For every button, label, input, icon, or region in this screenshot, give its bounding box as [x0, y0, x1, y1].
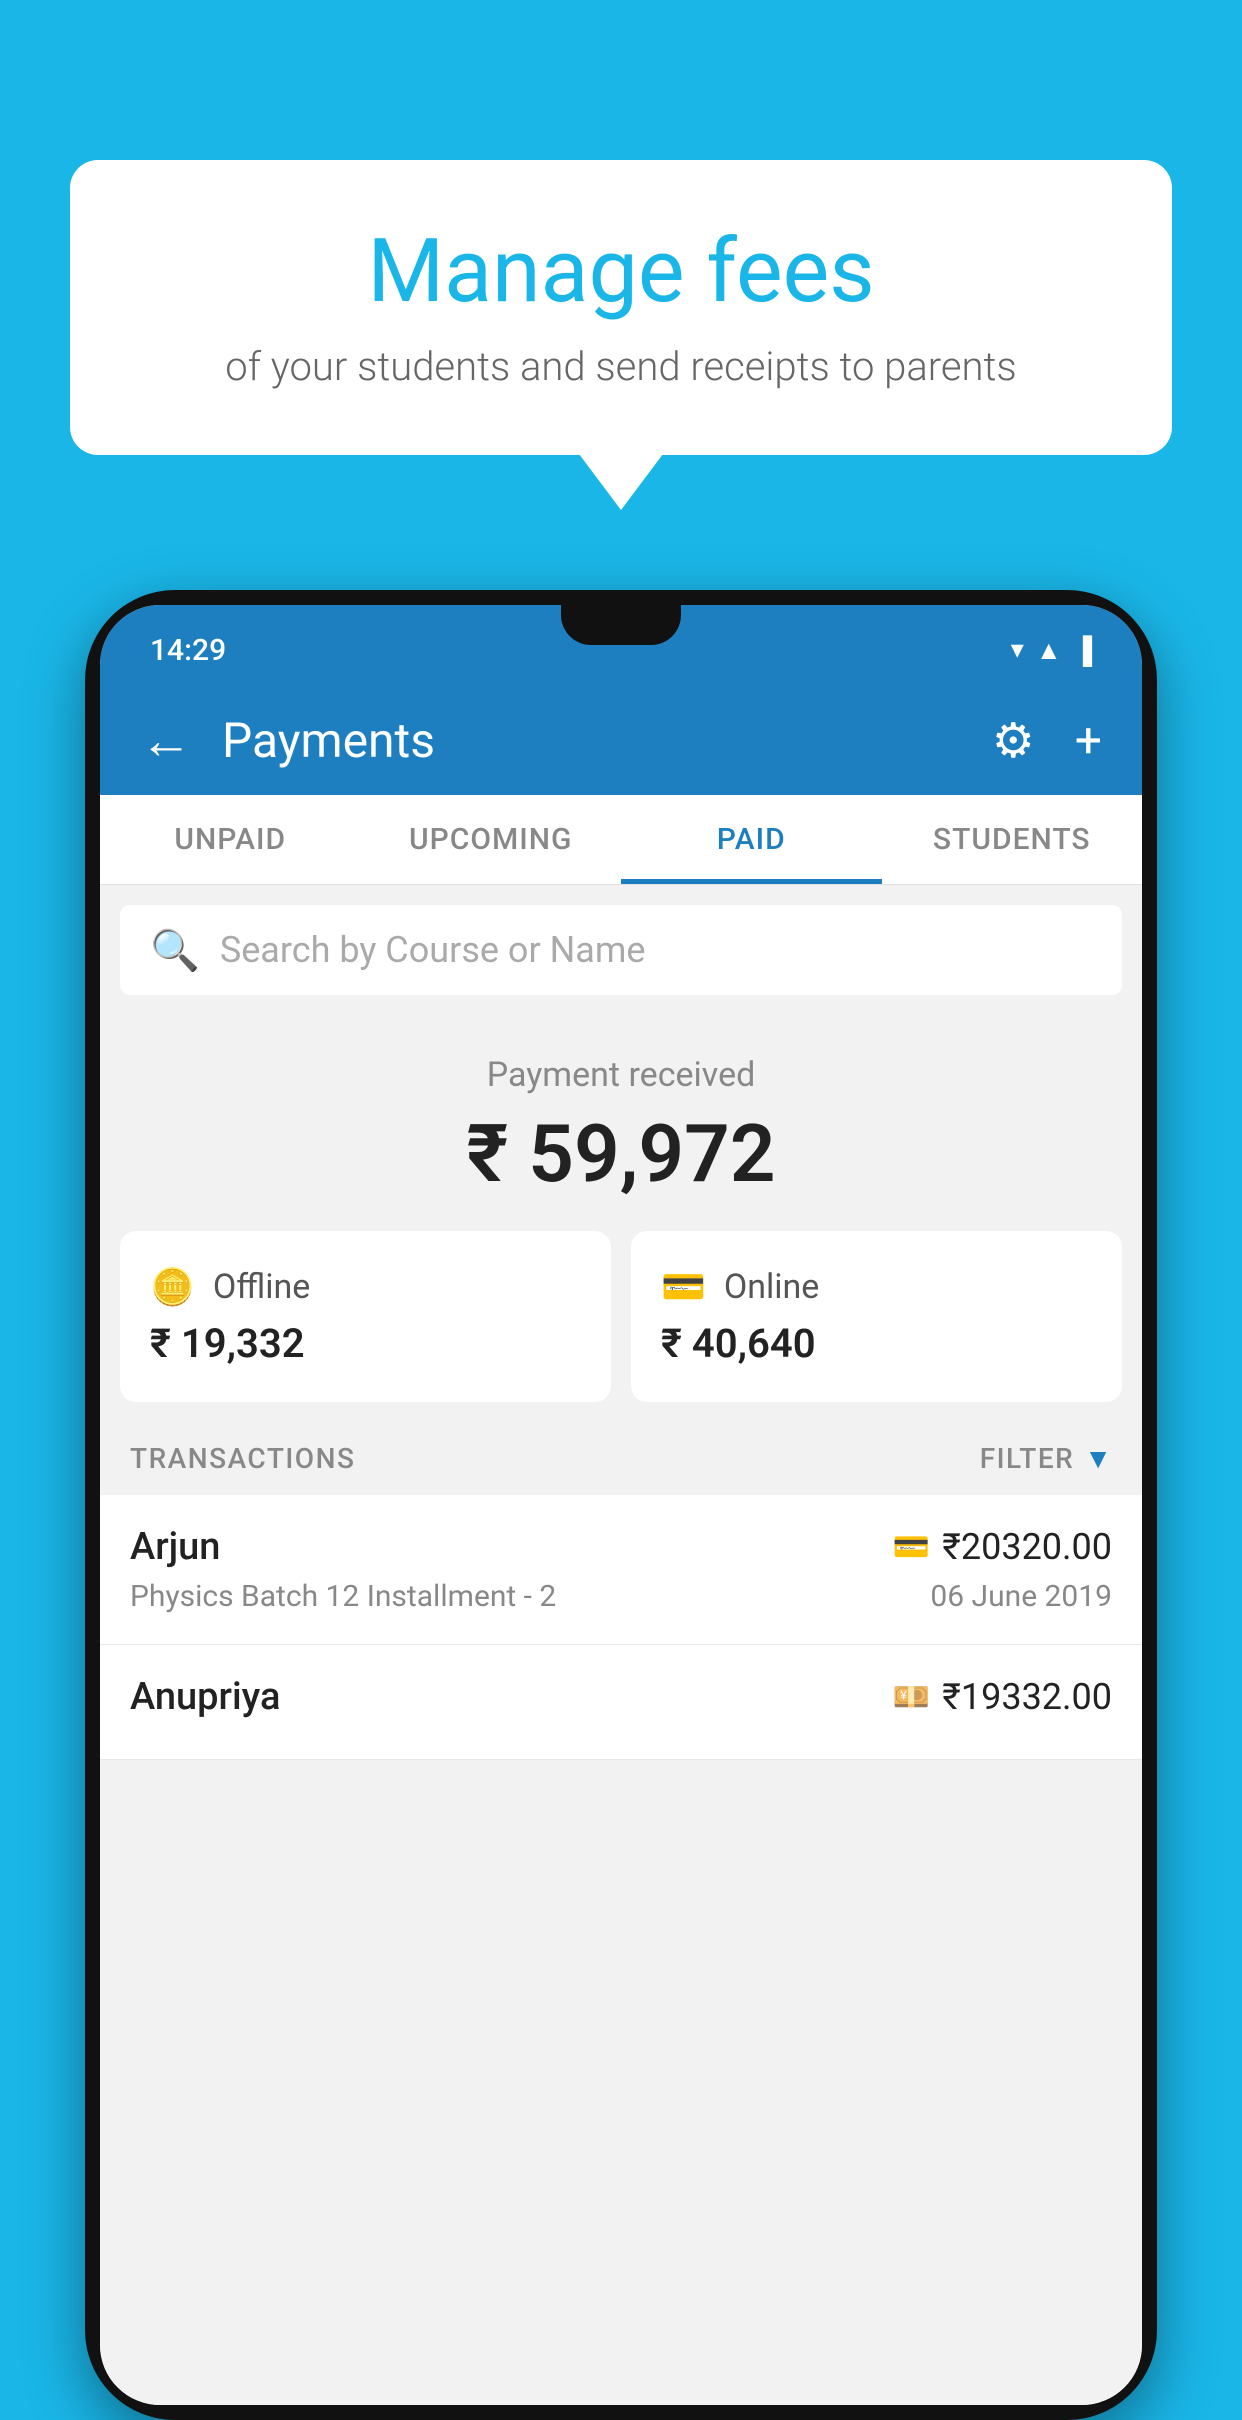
online-amount: ₹ 40,640 [661, 1320, 1092, 1367]
online-label: Online [724, 1267, 820, 1307]
tab-upcoming[interactable]: UPCOMING [361, 795, 622, 884]
speech-bubble: Manage fees of your students and send re… [70, 160, 1172, 455]
bubble-title: Manage fees [120, 220, 1122, 323]
app-header: ← Payments ⚙ + [100, 685, 1142, 795]
filter-label: FILTER [980, 1442, 1075, 1475]
t-amount-wrap-1: 💳 ₹20320.00 [893, 1526, 1112, 1568]
transactions-label: TRANSACTIONS [130, 1442, 355, 1475]
status-bar: 14:29 ▾ ▲ ▐ [100, 605, 1142, 685]
header-actions: ⚙ + [992, 712, 1102, 769]
transactions-header: TRANSACTIONS FILTER ▼ [100, 1422, 1142, 1495]
phone-wrapper: 14:29 ▾ ▲ ▐ ← Payments ⚙ + UNPAID [85, 590, 1157, 2208]
bubble-subtitle: of your students and send receipts to pa… [120, 343, 1122, 390]
transaction-row-1[interactable]: Arjun 💳 ₹20320.00 Physics Batch 12 Insta… [100, 1495, 1142, 1645]
transaction-date-1: 06 June 2019 [930, 1579, 1112, 1614]
phone-screen: 14:29 ▾ ▲ ▐ ← Payments ⚙ + UNPAID [100, 605, 1142, 2405]
back-button[interactable]: ← [140, 710, 192, 771]
search-bar[interactable]: 🔍 Search by Course or Name [120, 905, 1122, 995]
search-icon: 🔍 [150, 927, 200, 974]
offline-label: Offline [213, 1267, 310, 1307]
payment-cards: 🪙 Offline ₹ 19,332 💳 Online ₹ 40,640 [100, 1231, 1142, 1422]
payment-summary: Payment received ₹ 59,972 [100, 1015, 1142, 1231]
tab-paid[interactable]: PAID [621, 795, 882, 884]
filter-icon: ▼ [1084, 1442, 1112, 1475]
status-icons: ▾ ▲ ▐ [1011, 635, 1092, 666]
settings-icon[interactable]: ⚙ [992, 712, 1035, 769]
offline-amount: ₹ 19,332 [150, 1320, 581, 1367]
transaction-icon-2: 💴 [893, 1680, 930, 1715]
phone: 14:29 ▾ ▲ ▐ ← Payments ⚙ + UNPAID [85, 590, 1157, 2420]
t-amount-wrap-2: 💴 ₹19332.00 [893, 1676, 1112, 1718]
page-title: Payments [222, 712, 962, 769]
notch [561, 605, 681, 645]
offline-card: 🪙 Offline ₹ 19,332 [120, 1231, 611, 1402]
transaction-amount-2: ₹19332.00 [942, 1676, 1112, 1718]
transaction-course-1: Physics Batch 12 Installment - 2 [130, 1579, 556, 1614]
battery-icon: ▐ [1074, 635, 1092, 666]
tab-students[interactable]: STUDENTS [882, 795, 1143, 884]
transaction-name-2: Anupriya [130, 1675, 280, 1719]
tabs: UNPAID UPCOMING PAID STUDENTS [100, 795, 1142, 885]
wifi-icon: ▾ [1011, 635, 1024, 665]
search-input[interactable]: Search by Course or Name [220, 929, 646, 971]
offline-icon: 🪙 [150, 1266, 195, 1308]
signal-icon: ▲ [1036, 635, 1062, 666]
online-card: 💳 Online ₹ 40,640 [631, 1231, 1122, 1402]
add-icon[interactable]: + [1075, 712, 1102, 769]
transaction-row-2[interactable]: Anupriya 💴 ₹19332.00 [100, 1645, 1142, 1760]
tab-unpaid[interactable]: UNPAID [100, 795, 361, 884]
transaction-name-1: Arjun [130, 1525, 220, 1569]
filter-wrap[interactable]: FILTER ▼ [980, 1442, 1112, 1475]
online-icon: 💳 [661, 1266, 706, 1308]
app-body: 🔍 Search by Course or Name Payment recei… [100, 905, 1142, 2405]
transaction-amount-1: ₹20320.00 [942, 1526, 1112, 1568]
status-time: 14:29 [150, 633, 226, 668]
payment-received-label: Payment received [130, 1055, 1112, 1095]
payment-received-amount: ₹ 59,972 [130, 1107, 1112, 1201]
transaction-icon-1: 💳 [893, 1530, 930, 1565]
